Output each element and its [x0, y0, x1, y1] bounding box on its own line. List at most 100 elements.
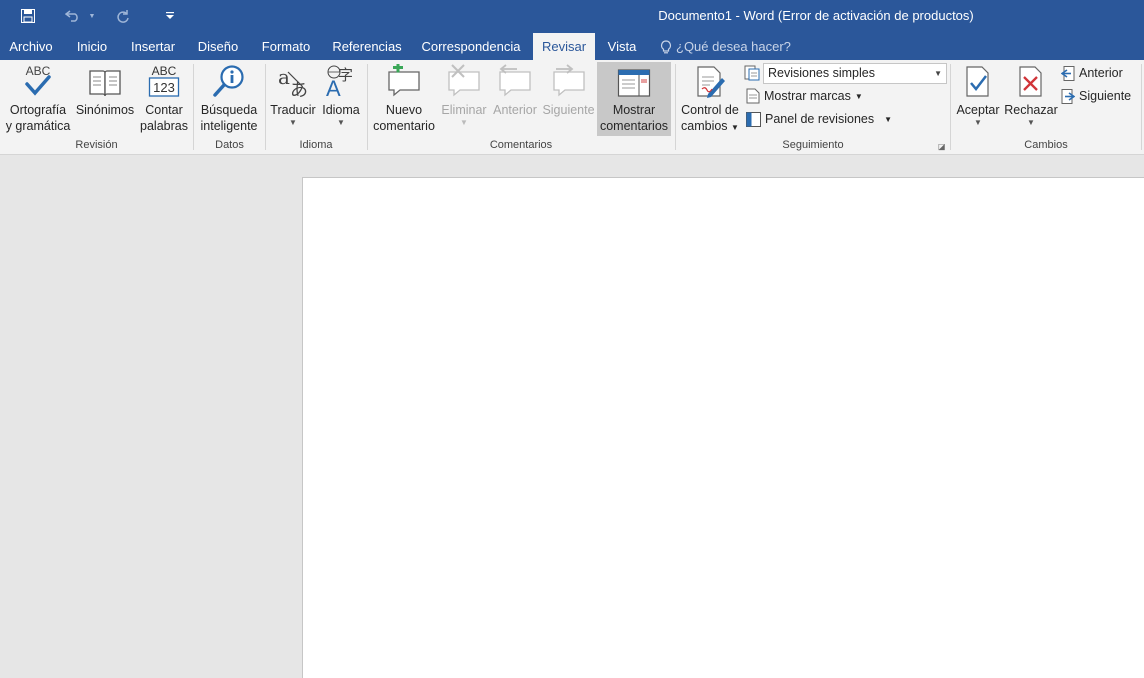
group-label-comentarios: Comentarios [489, 139, 553, 151]
show-comments-label-2: comentarios [599, 119, 669, 133]
tab-revisar[interactable]: Revisar [533, 33, 595, 60]
customize-qat-icon[interactable] [160, 4, 180, 28]
group-divider [367, 64, 368, 150]
chevron-down-icon: ▼ [460, 118, 468, 127]
translate-button[interactable]: a あ Traducir ▼ [268, 62, 318, 136]
chevron-down-icon: ▼ [731, 123, 739, 132]
track-changes-button[interactable]: Control de cambios ▼ [678, 62, 742, 136]
redo-icon[interactable] [112, 4, 134, 28]
tell-me-box[interactable]: ¿Qué desea hacer? [660, 33, 791, 60]
spelling-grammar-button[interactable]: ABC Ortografía y gramática [3, 62, 73, 136]
svg-text:a: a [278, 65, 290, 89]
reviewing-pane-icon [746, 111, 761, 127]
group-label-revision: Revisión [75, 139, 118, 151]
tab-formato[interactable]: Formato [252, 33, 320, 60]
show-comments-button[interactable]: Mostrar comentarios [597, 62, 671, 136]
tab-insertar[interactable]: Insertar [122, 33, 184, 60]
delete-comment-label: Eliminar [441, 103, 487, 117]
chevron-down-icon: ▼ [337, 118, 345, 127]
new-comment-button[interactable]: Nuevo comentario [370, 62, 438, 136]
group-label-cambios: Cambios [1024, 139, 1068, 151]
window-title: Documento1 - Word (Error de activación d… [658, 8, 974, 23]
display-for-review-value: Revisiones simples [768, 66, 875, 80]
abc-text: ABC [26, 64, 51, 78]
next-change-icon [1061, 88, 1075, 104]
ribbon: ABC Ortografía y gramática Sinónimos ABC… [0, 60, 1144, 155]
previous-change-icon [1061, 65, 1075, 81]
show-markup-button[interactable]: Mostrar marcas ▼ [746, 86, 863, 106]
next-change-button[interactable]: Siguiente [1061, 86, 1131, 106]
chevron-down-icon: ▼ [934, 69, 942, 78]
show-markup-icon [746, 88, 760, 104]
svg-text:123: 123 [153, 80, 175, 95]
word-count-label-1: Contar [145, 103, 183, 117]
accept-label: Aceptar [956, 103, 1000, 117]
new-comment-label-1: Nuevo [385, 103, 423, 117]
group-label-datos: Datos [215, 139, 244, 151]
previous-comment-label: Anterior [493, 103, 537, 117]
title-bar: ▼ Documento1 - Word (Error de activación… [0, 0, 1144, 33]
tab-correspondencia[interactable]: Correspondencia [414, 33, 528, 60]
group-divider [950, 64, 951, 150]
reviewing-pane-label: Panel de revisiones [765, 112, 875, 126]
accept-button[interactable]: Aceptar ▼ [953, 62, 1003, 136]
group-divider [265, 64, 266, 150]
display-for-review-icon-wrap [744, 63, 760, 83]
group-divider [675, 64, 676, 150]
svg-text:ABC: ABC [152, 64, 177, 78]
save-icon[interactable] [16, 4, 40, 28]
track-changes-icon [678, 62, 742, 102]
tab-archivo[interactable]: Archivo [0, 33, 62, 60]
language-icon: A 字 [318, 62, 364, 102]
chevron-down-icon: ▼ [854, 91, 863, 101]
show-markup-label: Mostrar marcas [764, 89, 851, 103]
lightbulb-icon [660, 39, 672, 53]
next-change-label: Siguiente [1079, 89, 1132, 103]
translate-icon: a あ [268, 62, 318, 102]
smart-lookup-icon [196, 62, 262, 102]
tell-me-placeholder: ¿Qué desea hacer? [676, 39, 791, 54]
reject-label: Rechazar [1004, 103, 1058, 117]
chevron-down-icon: ▼ [884, 114, 893, 124]
previous-change-button[interactable]: Anterior [1061, 63, 1123, 83]
smart-lookup-button[interactable]: Búsqueda inteligente [196, 62, 262, 136]
chevron-down-icon: ▼ [1027, 118, 1035, 127]
smart-lookup-label-2: inteligente [200, 119, 258, 133]
ribbon-tabs: Archivo Inicio Insertar Diseño Formato R… [0, 33, 1144, 60]
next-comment-label: Siguiente [542, 103, 595, 117]
document-page[interactable] [302, 177, 1144, 678]
thesaurus-label: Sinónimos [75, 103, 135, 117]
translate-label: Traducir [270, 103, 316, 117]
next-comment-button[interactable]: Siguiente [541, 62, 596, 136]
track-changes-label-1: Control de [681, 103, 739, 117]
spelling-label-2: y gramática [5, 119, 71, 133]
undo-icon[interactable] [62, 4, 84, 28]
chevron-down-icon: ▼ [289, 118, 297, 127]
display-review-icon [744, 65, 760, 81]
dialog-launcher-icon[interactable]: ◪ [938, 142, 946, 151]
undo-dropdown-icon[interactable]: ▼ [86, 4, 98, 28]
group-label-idioma: Idioma [299, 139, 333, 151]
reviewing-pane-button[interactable]: Panel de revisiones ▼ [746, 109, 892, 129]
tab-vista[interactable]: Vista [599, 33, 645, 60]
reject-button[interactable]: Rechazar ▼ [1004, 62, 1058, 136]
book-icon [74, 62, 136, 102]
new-comment-label-2: comentario [373, 119, 435, 133]
display-for-review-select[interactable]: Revisiones simples ▼ [763, 63, 947, 84]
word-count-button[interactable]: ABC 123 Contar palabras [137, 62, 191, 136]
tab-inicio[interactable]: Inicio [66, 33, 118, 60]
previous-comment-icon [490, 62, 540, 102]
word-count-icon: ABC 123 [137, 62, 191, 102]
track-changes-label-2: cambios ▼ [681, 119, 739, 133]
tab-diseno[interactable]: Diseño [188, 33, 248, 60]
document-area [0, 156, 1144, 678]
next-comment-icon [541, 62, 596, 102]
thesaurus-button[interactable]: Sinónimos [74, 62, 136, 136]
show-comments-icon [597, 62, 671, 102]
group-divider [193, 64, 194, 150]
language-button[interactable]: A 字 Idioma ▼ [318, 62, 364, 136]
previous-comment-button[interactable]: Anterior [490, 62, 540, 136]
tab-referencias[interactable]: Referencias [324, 33, 410, 60]
group-divider [1141, 64, 1142, 150]
delete-comment-button[interactable]: Eliminar ▼ [439, 62, 489, 136]
